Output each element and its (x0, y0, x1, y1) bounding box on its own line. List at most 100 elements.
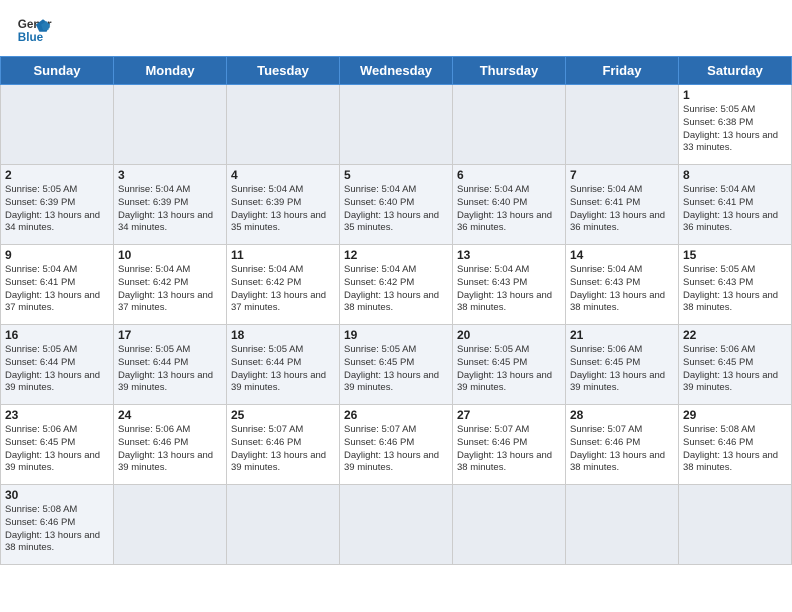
calendar-cell: 25 Sunrise: 5:07 AMSunset: 6:46 PMDayligh… (227, 405, 340, 485)
day-number: 19 (344, 328, 448, 342)
day-number: 12 (344, 248, 448, 262)
calendar-cell: 5 Sunrise: 5:04 AMSunset: 6:40 PMDaylight… (340, 165, 453, 245)
day-number: 5 (344, 168, 448, 182)
calendar-cell (340, 485, 453, 565)
weekday-header-thursday: Thursday (453, 57, 566, 85)
cell-content: Sunrise: 5:05 AMSunset: 6:44 PMDaylight:… (231, 344, 335, 395)
cell-content: Sunrise: 5:05 AMSunset: 6:38 PMDaylight:… (683, 104, 787, 155)
day-number: 13 (457, 248, 561, 262)
calendar-cell: 23 Sunrise: 5:06 AMSunset: 6:45 PMDayligh… (1, 405, 114, 485)
logo: General Blue (16, 12, 52, 48)
calendar-week-row: 1 Sunrise: 5:05 AMSunset: 6:38 PMDaylight… (1, 85, 792, 165)
calendar-header-row: SundayMondayTuesdayWednesdayThursdayFrid… (1, 57, 792, 85)
calendar-week-row: 16 Sunrise: 5:05 AMSunset: 6:44 PMDayligh… (1, 325, 792, 405)
calendar-cell (340, 85, 453, 165)
calendar-cell (453, 85, 566, 165)
day-number: 17 (118, 328, 222, 342)
calendar-cell: 4Sunrise: 5:04 AMSunset: 6:39 PMDaylight… (227, 165, 340, 245)
cell-content: Sunrise: 5:06 AMSunset: 6:45 PMDaylight:… (5, 424, 109, 475)
cell-content: Sunrise: 5:04 AMSunset: 6:40 PMDaylight:… (457, 184, 561, 235)
day-number: 30 (5, 488, 109, 502)
day-number: 4 (231, 168, 335, 182)
cell-content: Sunrise: 5:05 AMSunset: 6:45 PMDaylight:… (457, 344, 561, 395)
logo-icon: General Blue (16, 12, 52, 48)
day-number: 21 (570, 328, 674, 342)
day-number: 15 (683, 248, 787, 262)
calendar-table: SundayMondayTuesdayWednesdayThursdayFrid… (0, 56, 792, 565)
day-number: 1 (683, 88, 787, 102)
calendar-cell: 24Sunrise: 5:06 AMSunset: 6:46 PMDayligh… (114, 405, 227, 485)
calendar-cell: 20 Sunrise: 5:05 AMSunset: 6:45 PMDayligh… (453, 325, 566, 405)
day-number: 26 (344, 408, 448, 422)
weekday-header-sunday: Sunday (1, 57, 114, 85)
header: General Blue (0, 0, 792, 56)
calendar-cell: 6Sunrise: 5:04 AMSunset: 6:40 PMDaylight… (453, 165, 566, 245)
cell-content: Sunrise: 5:07 AMSunset: 6:46 PMDaylight:… (344, 424, 448, 475)
cell-content: Sunrise: 5:04 AMSunset: 6:42 PMDaylight:… (118, 264, 222, 315)
calendar-week-row: 9Sunrise: 5:04 AMSunset: 6:41 PMDaylight… (1, 245, 792, 325)
cell-content: Sunrise: 5:04 AMSunset: 6:43 PMDaylight:… (570, 264, 674, 315)
calendar-cell (1, 85, 114, 165)
cell-content: Sunrise: 5:04 AMSunset: 6:42 PMDaylight:… (344, 264, 448, 315)
cell-content: Sunrise: 5:05 AMSunset: 6:44 PMDaylight:… (118, 344, 222, 395)
calendar-cell (453, 485, 566, 565)
cell-content: Sunrise: 5:04 AMSunset: 6:42 PMDaylight:… (231, 264, 335, 315)
calendar-cell: 11 Sunrise: 5:04 AMSunset: 6:42 PMDayligh… (227, 245, 340, 325)
page-container: General Blue SundayMondayTuesdayWednesda… (0, 0, 792, 565)
cell-content: Sunrise: 5:04 AMSunset: 6:41 PMDaylight:… (570, 184, 674, 235)
day-number: 10 (118, 248, 222, 262)
calendar-cell (566, 485, 679, 565)
calendar-cell: 30Sunrise: 5:08 AMSunset: 6:46 PMDayligh… (1, 485, 114, 565)
day-number: 24 (118, 408, 222, 422)
calendar-cell (114, 85, 227, 165)
cell-content: Sunrise: 5:04 AMSunset: 6:41 PMDaylight:… (683, 184, 787, 235)
weekday-header-monday: Monday (114, 57, 227, 85)
cell-content: Sunrise: 5:08 AMSunset: 6:46 PMDaylight:… (683, 424, 787, 475)
weekday-header-friday: Friday (566, 57, 679, 85)
calendar-cell: 28Sunrise: 5:07 AMSunset: 6:46 PMDayligh… (566, 405, 679, 485)
calendar-cell: 16 Sunrise: 5:05 AMSunset: 6:44 PMDayligh… (1, 325, 114, 405)
weekday-header-wednesday: Wednesday (340, 57, 453, 85)
calendar-cell: 19 Sunrise: 5:05 AMSunset: 6:45 PMDayligh… (340, 325, 453, 405)
calendar-cell: 12 Sunrise: 5:04 AMSunset: 6:42 PMDayligh… (340, 245, 453, 325)
weekday-header-saturday: Saturday (679, 57, 792, 85)
calendar-cell: 2Sunrise: 5:05 AMSunset: 6:39 PMDaylight… (1, 165, 114, 245)
day-number: 11 (231, 248, 335, 262)
calendar-cell: 22 Sunrise: 5:06 AMSunset: 6:45 PMDayligh… (679, 325, 792, 405)
cell-content: Sunrise: 5:07 AMSunset: 6:46 PMDaylight:… (570, 424, 674, 475)
calendar-cell: 1 Sunrise: 5:05 AMSunset: 6:38 PMDaylight… (679, 85, 792, 165)
cell-content: Sunrise: 5:04 AMSunset: 6:40 PMDaylight:… (344, 184, 448, 235)
day-number: 18 (231, 328, 335, 342)
weekday-header-tuesday: Tuesday (227, 57, 340, 85)
day-number: 25 (231, 408, 335, 422)
calendar-cell (566, 85, 679, 165)
calendar-cell (227, 485, 340, 565)
calendar-cell: 3Sunrise: 5:04 AMSunset: 6:39 PMDaylight… (114, 165, 227, 245)
day-number: 27 (457, 408, 561, 422)
calendar-cell: 14Sunrise: 5:04 AMSunset: 6:43 PMDayligh… (566, 245, 679, 325)
calendar-week-row: 2Sunrise: 5:05 AMSunset: 6:39 PMDaylight… (1, 165, 792, 245)
day-number: 22 (683, 328, 787, 342)
calendar-cell: 27 Sunrise: 5:07 AMSunset: 6:46 PMDayligh… (453, 405, 566, 485)
cell-content: Sunrise: 5:05 AMSunset: 6:44 PMDaylight:… (5, 344, 109, 395)
day-number: 20 (457, 328, 561, 342)
day-number: 3 (118, 168, 222, 182)
cell-content: Sunrise: 5:07 AMSunset: 6:46 PMDaylight:… (231, 424, 335, 475)
calendar-cell: 26 Sunrise: 5:07 AMSunset: 6:46 PMDayligh… (340, 405, 453, 485)
day-number: 29 (683, 408, 787, 422)
calendar-cell: 17 Sunrise: 5:05 AMSunset: 6:44 PMDayligh… (114, 325, 227, 405)
calendar-cell (227, 85, 340, 165)
cell-content: Sunrise: 5:06 AMSunset: 6:45 PMDaylight:… (683, 344, 787, 395)
calendar-cell: 8Sunrise: 5:04 AMSunset: 6:41 PMDaylight… (679, 165, 792, 245)
cell-content: Sunrise: 5:07 AMSunset: 6:46 PMDaylight:… (457, 424, 561, 475)
calendar-cell: 9Sunrise: 5:04 AMSunset: 6:41 PMDaylight… (1, 245, 114, 325)
calendar-cell: 15Sunrise: 5:05 AMSunset: 6:43 PMDayligh… (679, 245, 792, 325)
cell-content: Sunrise: 5:05 AMSunset: 6:45 PMDaylight:… (344, 344, 448, 395)
calendar-cell (114, 485, 227, 565)
calendar-cell: 13 Sunrise: 5:04 AMSunset: 6:43 PMDayligh… (453, 245, 566, 325)
cell-content: Sunrise: 5:04 AMSunset: 6:41 PMDaylight:… (5, 264, 109, 315)
cell-content: Sunrise: 5:04 AMSunset: 6:43 PMDaylight:… (457, 264, 561, 315)
calendar-cell: 10 Sunrise: 5:04 AMSunset: 6:42 PMDayligh… (114, 245, 227, 325)
day-number: 23 (5, 408, 109, 422)
day-number: 16 (5, 328, 109, 342)
